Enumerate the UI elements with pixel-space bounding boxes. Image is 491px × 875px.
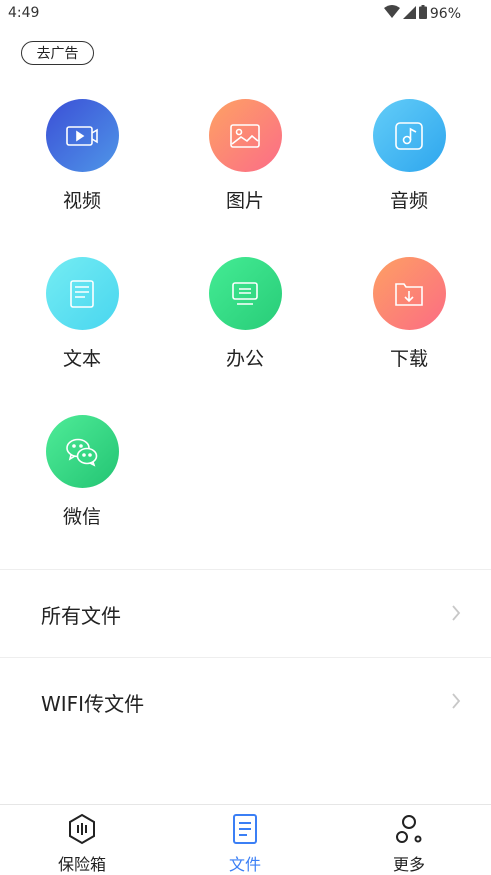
file-icon	[231, 814, 259, 849]
chevron-right-icon	[451, 692, 461, 714]
row-label: 所有文件	[41, 604, 121, 628]
row-label: WIFI传文件	[41, 692, 145, 716]
category-office[interactable]: 办公	[190, 257, 300, 371]
wechat-icon	[45, 415, 119, 488]
bottom-tab-bar: 保险箱 文件 更多	[0, 804, 491, 874]
category-label: 下载	[389, 348, 428, 370]
music-icon	[372, 99, 446, 172]
document-icon	[45, 257, 119, 330]
battery-icon	[418, 5, 427, 23]
signal-icon	[402, 5, 416, 23]
category-label: 视频	[62, 190, 101, 212]
category-video[interactable]: 视频	[27, 99, 137, 213]
tab-more[interactable]: 更多	[354, 813, 464, 875]
vault-icon	[67, 813, 97, 849]
category-label: 图片	[225, 190, 264, 212]
battery-level: 96%	[429, 6, 461, 22]
tab-files[interactable]: 文件	[190, 813, 300, 875]
status-bar: 4:49 96%	[0, 0, 491, 28]
category-label: 文本	[62, 348, 101, 370]
remove-ads-button[interactable]: 去广告	[21, 41, 94, 65]
category-wechat[interactable]: 微信	[27, 415, 137, 529]
category-label: 办公	[225, 348, 264, 370]
category-image[interactable]: 图片	[190, 99, 300, 213]
monitor-icon	[208, 257, 282, 330]
wifi-icon	[383, 5, 400, 23]
category-label: 音频	[389, 190, 428, 212]
category-download[interactable]: 下载	[354, 257, 464, 371]
tab-label: 文件	[228, 855, 261, 874]
tab-label: 更多	[392, 855, 425, 874]
chevron-right-icon	[451, 604, 461, 626]
status-time: 4:49	[8, 5, 40, 21]
more-icon	[394, 815, 424, 849]
category-text[interactable]: 文本	[27, 257, 137, 371]
category-label: 微信	[62, 506, 101, 528]
download-folder-icon	[372, 257, 446, 330]
video-icon	[45, 99, 119, 172]
wifi-transfer-row[interactable]: WIFI传文件	[0, 658, 491, 746]
category-audio[interactable]: 音频	[354, 99, 464, 213]
tab-label: 保险箱	[57, 855, 106, 874]
all-files-row[interactable]: 所有文件	[0, 570, 491, 658]
image-icon	[208, 99, 282, 172]
tab-vault[interactable]: 保险箱	[27, 813, 137, 875]
